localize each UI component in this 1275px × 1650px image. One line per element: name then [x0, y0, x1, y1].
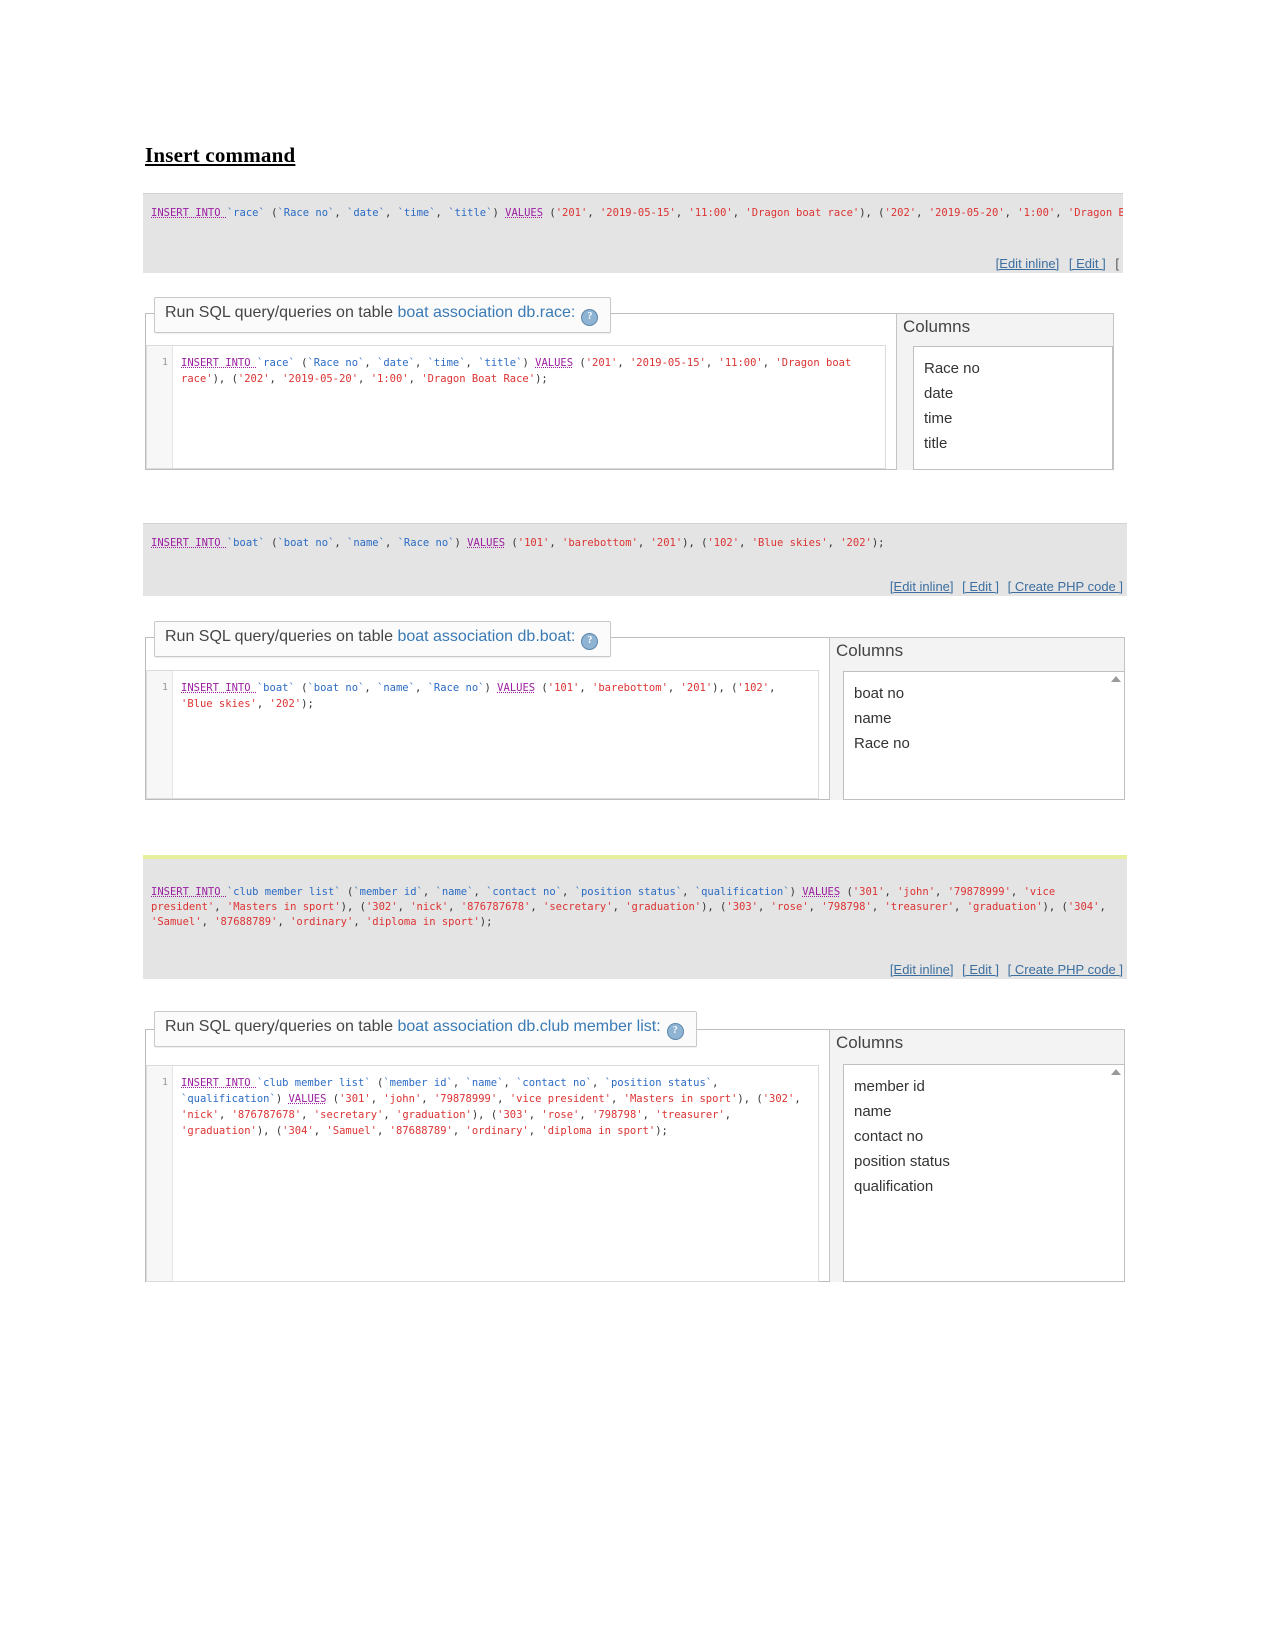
editor-code-race[interactable]: INSERT INTO `race` (`Race no`, `date`, `… — [173, 346, 885, 468]
column-item[interactable]: date — [924, 381, 1112, 406]
help-icon[interactable]: ? — [581, 309, 599, 326]
column-item[interactable]: title — [924, 431, 1112, 456]
editor-gutter-boat: 1 — [147, 671, 173, 798]
column-item[interactable]: contact no — [854, 1124, 1124, 1149]
column-item[interactable]: position status — [854, 1149, 1124, 1174]
edit-link-boat[interactable]: [ Edit ] — [962, 579, 999, 594]
edit-inline-link-boat[interactable]: [Edit inline] — [890, 579, 954, 594]
edit-inline-link-club-member-list[interactable]: [Edit inline] — [890, 962, 954, 977]
query-legend-club-member-list: Run SQL query/queries on table boat asso… — [154, 1011, 697, 1047]
legend-table-name-race: boat association db.race: — [397, 304, 576, 321]
edit-link-race[interactable]: [ Edit ] — [1069, 256, 1106, 271]
line-number: 1 — [161, 357, 168, 368]
create-php-code-link-boat[interactable]: [ Create PHP code ] — [1008, 579, 1123, 594]
column-item[interactable]: name — [854, 1099, 1124, 1124]
column-item[interactable]: boat no — [854, 681, 1124, 706]
query-legend-race: Run SQL query/queries on table boat asso… — [154, 297, 612, 333]
columns-title-race: Columns — [903, 317, 971, 336]
legend-table-name-club-member-list: boat association db.club member list: — [397, 1018, 661, 1035]
legend-prefix-race: Run SQL query/queries on table — [165, 304, 398, 321]
editor-gutter-race: 1 — [147, 346, 173, 468]
help-icon[interactable]: ? — [666, 1023, 684, 1040]
sql-action-links-race: [Edit inline] [ Edit ] [ — [996, 256, 1119, 271]
sql-query-text-boat: INSERT INTO `boat` (`boat no`, `name`, `… — [151, 537, 885, 549]
columns-items-race: Race no date time title — [914, 347, 1112, 456]
create-php-code-link-race[interactable]: [ — [1115, 256, 1119, 271]
query-legend-boat: Run SQL query/queries on table boat asso… — [154, 621, 612, 657]
sql-editor-boat[interactable]: 1 INSERT INTO `boat` (`boat no`, `name`,… — [146, 670, 819, 799]
create-php-code-link-club-member-list[interactable]: [ Create PHP code ] — [1008, 962, 1123, 977]
columns-items-club-member-list: member id name contact no position status qu… — [844, 1065, 1124, 1199]
edit-inline-link-race[interactable]: [Edit inline] — [996, 256, 1060, 271]
sql-result-bar-boat: INSERT INTO `boat` (`boat no`, `name`, `… — [143, 523, 1127, 596]
scroll-up-arrow-icon[interactable] — [1111, 1069, 1121, 1075]
sql-action-links-boat: [Edit inline] [ Edit ] [ Create PHP code… — [890, 579, 1123, 594]
column-item[interactable]: Race no — [854, 731, 1124, 756]
edit-link-club-member-list[interactable]: [ Edit ] — [962, 962, 999, 977]
editor-code-boat[interactable]: INSERT INTO `boat` (`boat no`, `name`, `… — [173, 671, 818, 798]
column-item[interactable]: time — [924, 406, 1112, 431]
scroll-up-arrow-icon[interactable] — [1111, 676, 1121, 682]
editor-gutter-club-member-list: 1 — [147, 1066, 173, 1281]
column-item[interactable]: qualification — [854, 1174, 1124, 1199]
sql-editor-club-member-list[interactable]: 1 INSERT INTO `club member list` (`membe… — [146, 1065, 819, 1282]
columns-title-club-member-list: Columns — [836, 1033, 904, 1052]
sql-result-bar-club-member-list: INSERT INTO `club member list` (`member … — [143, 855, 1127, 979]
columns-items-boat: boat no name Race no — [844, 672, 1124, 756]
legend-prefix-boat: Run SQL query/queries on table — [165, 628, 398, 645]
page-title: Insert command — [145, 143, 296, 167]
sql-query-text-race: INSERT INTO `race` (`Race no`, `date`, `… — [151, 207, 1123, 219]
line-number: 1 — [161, 1077, 168, 1088]
sql-action-links-club-member-list: [Edit inline] [ Edit ] [ Create PHP code… — [890, 962, 1123, 977]
editor-code-club-member-list[interactable]: INSERT INTO `club member list` (`member … — [173, 1066, 818, 1281]
sql-result-bar-race: INSERT INTO `race` (`Race no`, `date`, `… — [143, 193, 1123, 273]
sql-query-text-club-member-list: INSERT INTO `club member list` (`member … — [151, 886, 1113, 928]
columns-list-club-member-list[interactable]: member id name contact no position status qu… — [843, 1064, 1125, 1282]
column-item[interactable]: name — [854, 706, 1124, 731]
column-item[interactable]: member id — [854, 1074, 1124, 1099]
help-icon[interactable]: ? — [581, 633, 599, 650]
legend-table-name-boat: boat association db.boat: — [397, 628, 576, 645]
legend-prefix-club-member-list: Run SQL query/queries on table — [165, 1018, 398, 1035]
line-number: 1 — [161, 682, 168, 693]
columns-list-race[interactable]: Race no date time title — [913, 346, 1113, 470]
column-item[interactable]: Race no — [924, 356, 1112, 381]
columns-list-boat[interactable]: boat no name Race no — [843, 671, 1125, 800]
sql-editor-race[interactable]: 1 INSERT INTO `race` (`Race no`, `date`,… — [146, 345, 886, 469]
columns-title-boat: Columns — [836, 641, 904, 660]
